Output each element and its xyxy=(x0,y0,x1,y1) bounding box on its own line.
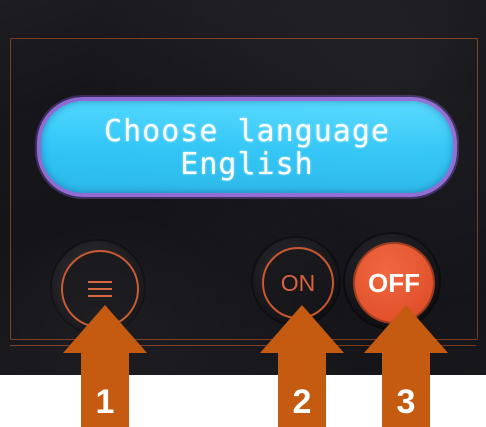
callout-number-1: 1 xyxy=(95,383,115,421)
callout-number-2: 2 xyxy=(292,383,312,421)
photo-stage: Choose language English ON OFF 1 2 3 xyxy=(0,0,486,427)
panel-border xyxy=(10,38,478,340)
callout-arrow-3: 3 xyxy=(364,305,448,427)
callout-arrow-2: 2 xyxy=(260,305,344,427)
lcd-line-1: Choose language xyxy=(104,114,390,149)
callout-number-3: 3 xyxy=(396,383,416,421)
lcd-line-2: English xyxy=(180,147,314,182)
menu-icon xyxy=(88,276,112,302)
lcd-display: Choose language English xyxy=(37,97,457,197)
callout-arrow-1: 1 xyxy=(63,305,147,427)
